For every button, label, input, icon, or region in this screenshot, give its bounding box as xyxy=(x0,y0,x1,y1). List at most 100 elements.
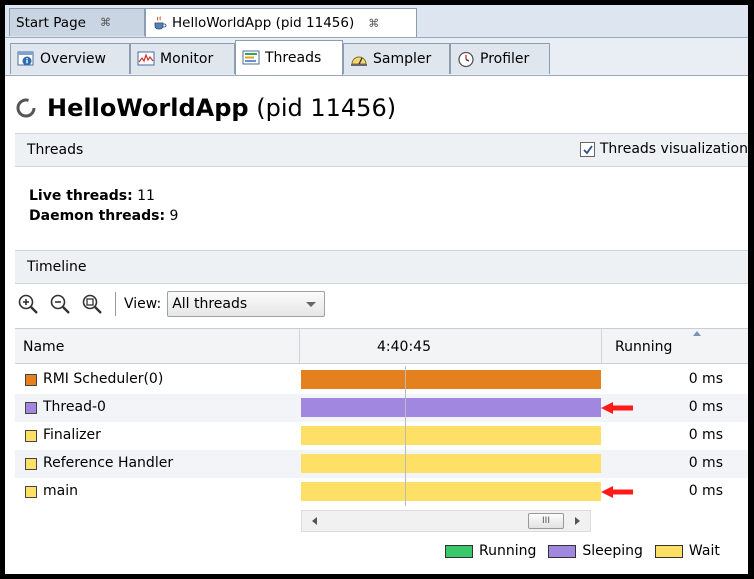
thread-color-swatch xyxy=(25,402,37,414)
tab-label: Overview xyxy=(40,51,106,67)
legend-label: Sleeping xyxy=(582,543,643,559)
time-gridline xyxy=(405,422,406,450)
java-cup-icon xyxy=(154,16,167,30)
thread-color-swatch xyxy=(25,374,37,386)
table-row[interactable]: RMI Scheduler(0) 0 ms xyxy=(15,366,748,394)
tab-label: Threads xyxy=(265,50,322,66)
thread-running-time: 0 ms xyxy=(688,399,723,415)
threads-visualization-toggle[interactable]: Threads visualization xyxy=(579,141,748,157)
profiler-clock-icon xyxy=(458,51,474,68)
timeline-section-header: Timeline xyxy=(15,250,748,284)
thread-color-swatch xyxy=(25,430,37,442)
time-gridline xyxy=(405,366,406,394)
daemon-threads-label: Daemon threads: xyxy=(29,208,166,224)
tab-label: Start Page xyxy=(16,14,86,31)
thread-timeline-bar xyxy=(301,370,601,389)
table-row[interactable]: Thread-0 0 ms xyxy=(15,394,748,422)
scroll-left-icon[interactable] xyxy=(312,517,317,525)
zoom-out-icon xyxy=(50,294,70,314)
zoom-in-button[interactable] xyxy=(15,291,41,317)
thread-timeline-bar xyxy=(301,482,601,501)
column-header-running[interactable]: Running xyxy=(615,339,672,355)
sampler-icon xyxy=(351,56,367,66)
column-divider[interactable] xyxy=(601,329,602,363)
thread-name: Reference Handler xyxy=(43,455,174,471)
app-name: HelloWorldApp xyxy=(47,94,249,122)
tab-label: Monitor xyxy=(160,51,214,67)
live-threads-label: Live threads: xyxy=(29,188,133,204)
chevron-down-icon xyxy=(306,302,317,307)
checkmark-icon xyxy=(583,144,593,154)
legend-label: Running xyxy=(479,543,537,559)
legend-item-wait: Wait xyxy=(654,543,720,559)
close-icon[interactable]: ⌘ xyxy=(368,17,379,30)
app-pid: (pid 11456) xyxy=(256,94,397,122)
visualvm-window: Start Page ⌘ HelloWorldApp (pid 11456) ⌘… xyxy=(5,5,748,574)
thread-running-time: 0 ms xyxy=(688,427,723,443)
monitor-chart-icon xyxy=(137,51,155,66)
zoom-out-button[interactable] xyxy=(47,291,73,317)
scrollbar-thumb[interactable]: III xyxy=(528,513,564,529)
tab-sampler[interactable]: Sampler xyxy=(343,43,450,74)
tab-label: Sampler xyxy=(373,51,432,67)
threads-visualization-checkbox[interactable] xyxy=(579,141,595,157)
thread-table-header: Name 4:40:45 Running xyxy=(15,328,748,364)
view-select-value: All threads xyxy=(172,296,248,312)
page-title: HelloWorldApp (pid 11456) xyxy=(15,90,396,126)
legend-item-sleeping: Sleeping xyxy=(548,543,643,559)
column-header-name[interactable]: Name xyxy=(23,339,64,355)
table-row[interactable]: Finalizer 0 ms xyxy=(15,422,748,450)
thread-timeline-bar xyxy=(301,426,601,445)
section-title: Timeline xyxy=(27,259,87,275)
thread-name: Thread-0 xyxy=(43,399,106,415)
legend-label: Wait xyxy=(688,543,720,559)
daemon-threads-stat: Daemon threads: 9 xyxy=(29,206,178,226)
view-tab-bar: Overview Monitor Threads Sampler Profile… xyxy=(5,38,748,76)
sort-ascending-icon xyxy=(693,331,701,336)
thread-state-legend: Running Sleeping Wait xyxy=(445,543,732,559)
threads-section-header: Threads Threads visualization xyxy=(15,133,748,167)
tab-helloworldapp[interactable]: HelloWorldApp (pid 11456) ⌘ xyxy=(145,8,417,37)
thread-running-time: 0 ms xyxy=(688,483,723,499)
tab-monitor[interactable]: Monitor xyxy=(130,43,235,74)
column-divider[interactable] xyxy=(299,329,300,363)
legend-swatch xyxy=(548,544,577,558)
zoom-in-icon xyxy=(18,294,38,314)
table-row[interactable]: Reference Handler 0 ms xyxy=(15,450,748,478)
column-header-timeline[interactable]: 4:40:45 xyxy=(377,339,431,355)
document-tab-bar: Start Page ⌘ HelloWorldApp (pid 11456) ⌘ xyxy=(5,5,748,38)
tab-start-page[interactable]: Start Page ⌘ xyxy=(9,8,145,36)
zoom-fit-button[interactable] xyxy=(79,291,105,317)
scroll-right-icon[interactable] xyxy=(575,517,580,525)
table-row[interactable]: main 0 ms xyxy=(15,478,748,506)
thread-name: RMI Scheduler(0) xyxy=(43,371,164,387)
daemon-threads-value: 9 xyxy=(169,208,179,224)
live-threads-value: 11 xyxy=(137,188,155,204)
tab-overview[interactable]: Overview xyxy=(10,43,130,74)
tab-threads[interactable]: Threads xyxy=(235,40,343,75)
section-title: Threads xyxy=(27,142,84,158)
tab-profiler[interactable]: Profiler xyxy=(450,43,550,74)
tab-label: HelloWorldApp (pid 11456) xyxy=(172,15,355,31)
tab-label: Profiler xyxy=(480,51,530,67)
close-icon[interactable]: ⌘ xyxy=(100,16,111,29)
timeline-toolbar: View: All threads xyxy=(15,288,326,320)
time-gridline xyxy=(405,394,406,422)
info-icon xyxy=(17,51,34,66)
timeline-horizontal-scrollbar[interactable]: III xyxy=(301,510,591,532)
thread-timeline-bar xyxy=(301,454,601,473)
view-label: View: xyxy=(124,296,162,312)
legend-swatch xyxy=(445,544,473,558)
time-gridline xyxy=(405,478,406,506)
thread-running-time: 0 ms xyxy=(688,371,723,387)
thread-stats: Live threads: 11 Daemon threads: 9 xyxy=(29,186,178,226)
toolbar-separator xyxy=(115,292,116,316)
view-select[interactable]: All threads xyxy=(167,291,326,317)
time-gridline xyxy=(405,450,406,478)
legend-item-running: Running xyxy=(445,543,536,559)
thread-timeline-bar xyxy=(301,398,601,417)
live-threads-stat: Live threads: 11 xyxy=(29,186,178,206)
checkbox-label: Threads visualization xyxy=(599,141,748,157)
zoom-fit-icon xyxy=(82,294,102,314)
thread-name: main xyxy=(43,483,78,499)
